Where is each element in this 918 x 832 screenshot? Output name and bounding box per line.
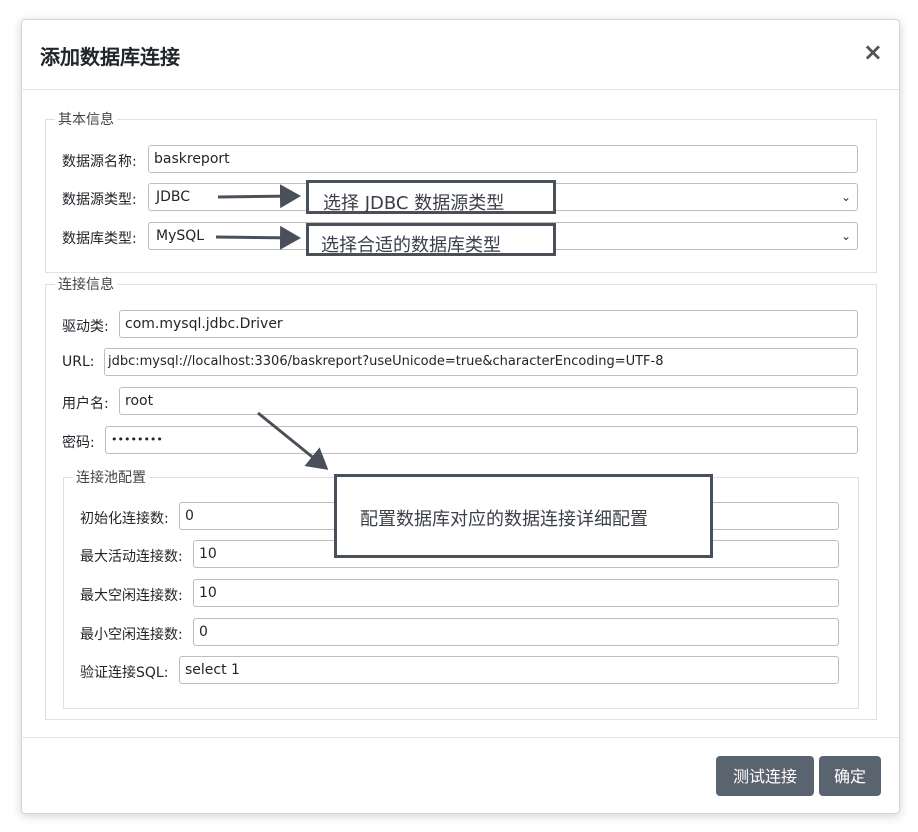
max-active-label: 最大活动连接数:: [80, 549, 183, 565]
pool-annotation: 配置数据库对应的数据连接详细配置: [334, 474, 713, 558]
validation-query-label: 验证连接SQL:: [80, 665, 169, 681]
username-label: 用户名:: [62, 396, 109, 412]
driver-input[interactable]: com.mysql.jdbc.Driver: [119, 310, 858, 338]
max-idle-input[interactable]: 10: [193, 579, 839, 607]
url-label: URL:: [62, 354, 95, 370]
ds-type-annotation: 选择 JDBC 数据源类型: [306, 180, 556, 214]
driver-label: 驱动类:: [62, 319, 109, 335]
add-connection-dialog: 添加数据库连接 × 其本信息 数据源名称: baskreport 数据源类型: …: [21, 19, 900, 814]
db-type-annotation-text: 选择合适的数据库类型: [321, 235, 501, 256]
dialog-title: 添加数据库连接: [40, 45, 180, 69]
max-idle-label: 最大空闲连接数:: [80, 588, 183, 604]
url-input[interactable]: jdbc:mysql://localhost:3306/baskreport?u…: [104, 348, 858, 376]
ds-type-value: JDBC: [156, 189, 191, 205]
ds-type-label: 数据源类型:: [62, 192, 137, 208]
username-input[interactable]: root: [119, 387, 858, 415]
test-connection-button[interactable]: 测试连接: [716, 756, 814, 796]
dialog-footer: 测试连接 确定: [22, 737, 899, 814]
ds-type-annotation-text: 选择 JDBC 数据源类型: [323, 193, 505, 214]
ds-name-input[interactable]: baskreport: [148, 145, 858, 173]
db-type-value: MySQL: [156, 228, 205, 244]
chevron-down-icon: ⌄: [840, 190, 851, 204]
validation-query-input[interactable]: select 1: [179, 656, 839, 684]
pool-legend: 连接池配置: [76, 470, 146, 486]
connection-info-legend: 连接信息: [58, 277, 114, 293]
dialog-header: 添加数据库连接 ×: [22, 20, 899, 90]
db-type-annotation: 选择合适的数据库类型: [306, 223, 556, 256]
min-idle-input[interactable]: 0: [193, 618, 839, 646]
min-idle-label: 最小空闲连接数:: [80, 627, 183, 643]
password-label: 密码:: [62, 435, 95, 451]
initial-size-label: 初始化连接数:: [80, 511, 169, 527]
confirm-button[interactable]: 确定: [819, 756, 881, 796]
close-icon[interactable]: ×: [863, 40, 883, 64]
basic-info-legend: 其本信息: [58, 112, 114, 128]
pool-annotation-text: 配置数据库对应的数据连接详细配置: [360, 509, 648, 530]
password-input[interactable]: ••••••••: [105, 426, 858, 454]
chevron-down-icon: ⌄: [840, 229, 851, 243]
db-type-label: 数据库类型:: [62, 231, 137, 247]
ds-name-label: 数据源名称:: [62, 154, 137, 170]
